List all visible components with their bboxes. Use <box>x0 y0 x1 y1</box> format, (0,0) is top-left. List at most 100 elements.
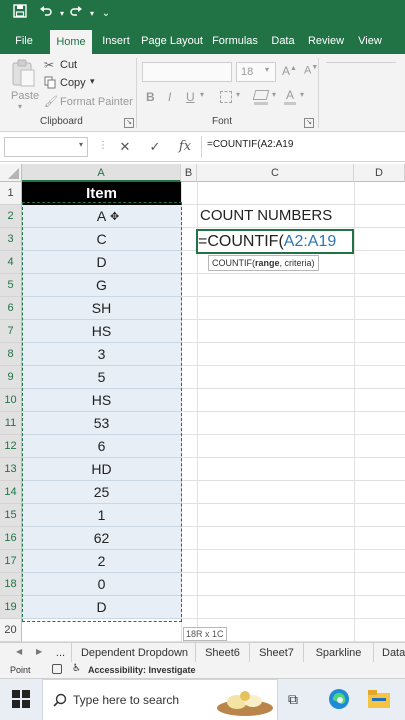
sheet-tab-data[interactable]: Data <box>374 643 405 663</box>
scroll-left-icon[interactable]: ◀ <box>16 647 22 656</box>
item-cell[interactable]: 2 <box>22 550 181 573</box>
save-icon[interactable] <box>10 4 30 24</box>
select-all-button[interactable] <box>0 164 22 182</box>
row-header[interactable]: 19 <box>0 596 22 619</box>
tab-page-layout[interactable]: Page Layout <box>140 28 204 54</box>
file-explorer-icon[interactable] <box>368 690 390 713</box>
tab-view[interactable]: View <box>352 28 388 54</box>
column-header-a[interactable]: A <box>22 164 181 182</box>
task-view-icon[interactable]: ⧉ <box>288 691 298 708</box>
scroll-right-icon[interactable]: ▶ <box>36 647 42 656</box>
customize-icon[interactable]: ⌄ <box>96 4 116 24</box>
item-cell[interactable]: C <box>22 228 181 251</box>
row-header[interactable]: 6 <box>0 297 22 320</box>
borders-icon[interactable] <box>220 91 232 103</box>
item-cell[interactable]: G <box>22 274 181 297</box>
cut-button[interactable]: Cut <box>60 59 77 71</box>
format-painter-icon[interactable]: 🖌 <box>44 95 58 109</box>
row-header[interactable]: 15 <box>0 504 22 527</box>
font-launcher-icon[interactable]: ↘ <box>304 118 314 128</box>
item-cell[interactable]: 53 <box>22 412 181 435</box>
tab-file[interactable]: File <box>6 28 42 54</box>
format-painter-button[interactable]: Format Painter <box>60 96 133 108</box>
font-name-combo[interactable] <box>142 62 232 82</box>
copy-button[interactable]: Copy <box>60 77 86 89</box>
accessibility-status[interactable]: Accessibility: Investigate <box>88 665 196 675</box>
insert-function-button[interactable]: fx <box>174 137 196 157</box>
tab-formulas[interactable]: Formulas <box>208 28 262 54</box>
column-header-b[interactable]: B <box>181 164 197 182</box>
function-tooltip[interactable]: COUNTIF(range, criteria) <box>208 255 319 271</box>
shrink-font-icon[interactable]: A▼ <box>304 64 318 77</box>
item-cell[interactable]: 62 <box>22 527 181 550</box>
column-header-d[interactable]: D <box>354 164 405 182</box>
count-title[interactable]: COUNT NUMBERS <box>200 207 332 224</box>
borders-dropdown-icon[interactable]: ▾ <box>236 90 240 99</box>
sheet-tab-sheet7[interactable]: Sheet7 <box>250 643 304 663</box>
sheet-tab-sheet6[interactable]: Sheet6 <box>196 643 250 663</box>
underline-dropdown-icon[interactable]: ▾ <box>200 90 204 99</box>
tab-insert[interactable]: Insert <box>96 28 136 54</box>
item-cell[interactable]: 5 <box>22 366 181 389</box>
windows-start-icon[interactable] <box>12 690 30 713</box>
row-header[interactable]: 14 <box>0 481 22 504</box>
font-color-dropdown-icon[interactable]: ▾ <box>300 90 304 99</box>
grow-font-icon[interactable]: A▲ <box>282 64 297 78</box>
header-cell-item[interactable]: Item <box>22 182 181 205</box>
row-header[interactable]: 5 <box>0 274 22 297</box>
tab-data[interactable]: Data <box>266 28 300 54</box>
empty-cell[interactable] <box>22 619 181 642</box>
item-cell[interactable]: 3 <box>22 343 181 366</box>
row-header[interactable]: 3 <box>0 228 22 251</box>
cut-icon[interactable]: ✂ <box>44 58 58 72</box>
item-cell[interactable]: 0 <box>22 573 181 596</box>
font-size-combo[interactable]: 18 ▾ <box>236 62 276 82</box>
copy-icon[interactable] <box>44 76 58 90</box>
item-cell[interactable]: 25 <box>22 481 181 504</box>
row-header[interactable]: 11 <box>0 412 22 435</box>
worksheet-grid[interactable]: A B C D 1 Item 2 A 3 C 4 D 5 G 6 SH 7 HS 8 3 9 5 10 HS 11 53 1… <box>0 162 405 642</box>
clipboard-launcher-icon[interactable]: ↘ <box>124 118 134 128</box>
item-cell[interactable]: HS <box>22 389 181 412</box>
tab-review[interactable]: Review <box>304 28 348 54</box>
edge-browser-icon[interactable] <box>328 688 350 715</box>
item-cell[interactable]: HS <box>22 320 181 343</box>
item-cell[interactable]: D <box>22 251 181 274</box>
row-header[interactable]: 2 <box>0 205 22 228</box>
row-header[interactable]: 17 <box>0 550 22 573</box>
edit-cell-c3[interactable]: =COUNTIF(A2:A19 <box>196 229 354 254</box>
paste-label[interactable]: Paste <box>11 90 39 102</box>
formula-input[interactable]: =COUNTIF(A2:A19 <box>207 139 293 150</box>
italic-icon[interactable]: I <box>168 90 171 104</box>
cancel-icon[interactable]: ✕ <box>114 137 136 157</box>
font-color-icon[interactable]: A <box>286 88 294 102</box>
column-header-c[interactable]: C <box>197 164 354 182</box>
bold-icon[interactable]: B <box>146 90 155 104</box>
row-header[interactable]: 20 <box>0 619 22 642</box>
sheet-tab-dependent-dropdown[interactable]: Dependent Dropdown <box>74 643 196 663</box>
accessibility-icon[interactable]: ♿ <box>72 663 81 674</box>
row-header[interactable]: 8 <box>0 343 22 366</box>
copy-dropdown-icon[interactable]: ▾ <box>90 76 95 87</box>
fill-color-icon[interactable] <box>252 90 270 100</box>
item-cell[interactable]: HD <box>22 458 181 481</box>
row-header[interactable]: 13 <box>0 458 22 481</box>
item-cell[interactable]: 1 <box>22 504 181 527</box>
tab-home[interactable]: Home <box>50 30 92 54</box>
enter-icon[interactable]: ✓ <box>144 137 166 157</box>
name-box[interactable]: ▾ <box>4 137 88 157</box>
item-cell[interactable]: D <box>22 596 181 619</box>
sheet-tab-more[interactable]: ... <box>50 643 72 663</box>
paste-dropdown-icon[interactable]: ▾ <box>18 102 22 111</box>
underline-icon[interactable]: U <box>186 90 195 104</box>
item-cell[interactable]: A <box>22 205 181 228</box>
macro-record-icon[interactable] <box>52 664 62 674</box>
taskbar-search-box[interactable]: Type here to search <box>42 679 278 720</box>
row-header[interactable]: 10 <box>0 389 22 412</box>
row-header[interactable]: 4 <box>0 251 22 274</box>
paste-icon[interactable] <box>10 58 36 88</box>
item-cell[interactable]: SH <box>22 297 181 320</box>
fill-dropdown-icon[interactable]: ▾ <box>272 90 276 99</box>
row-header[interactable]: 18 <box>0 573 22 596</box>
row-header[interactable]: 16 <box>0 527 22 550</box>
